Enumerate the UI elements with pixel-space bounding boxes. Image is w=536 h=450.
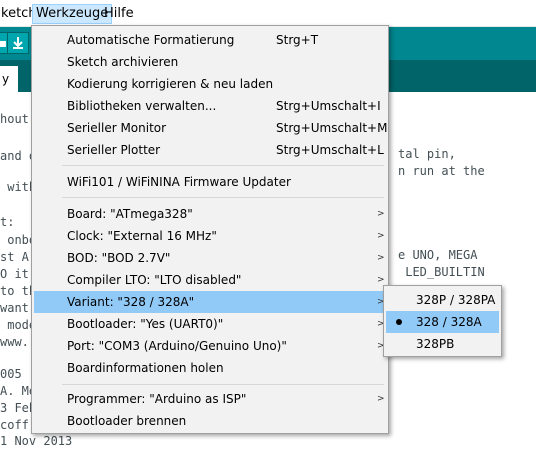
variant-option-328p[interactable]: 328P / 328PA	[386, 289, 499, 311]
menu-item-burn-bootloader[interactable]: Bootloader brennen	[34, 410, 386, 432]
code-line: st A	[0, 250, 29, 264]
menu-item-label: Bootloader brennen	[67, 414, 187, 428]
menu-item-bootloader[interactable]: Bootloader: "Yes (UART0)" >	[34, 313, 386, 335]
menu-item-shortcut: Strg+T	[276, 33, 319, 47]
menu-item-manage-libraries[interactable]: Bibliotheken verwalten... Strg+Umschalt+…	[34, 95, 386, 117]
menu-item-label: Serieller Monitor	[67, 121, 167, 135]
code-line: tal pin,	[398, 147, 456, 161]
menu-item-shortcut: Strg+Umschalt+L	[276, 143, 384, 157]
menu-item-serial-monitor[interactable]: Serieller Monitor Strg+Umschalt+M	[34, 117, 388, 139]
menu-help[interactable]: Hilfe	[101, 4, 137, 24]
code-line: O it	[0, 267, 29, 281]
submenu-arrow-icon: >	[377, 253, 385, 263]
save-icon	[13, 37, 23, 49]
menu-item-fix-encoding[interactable]: Kodierung korrigieren & neu laden	[34, 73, 386, 95]
menu-item-label: Variant: "328 / 328A"	[67, 295, 195, 309]
menu-item-label: Kodierung korrigieren & neu laden	[67, 77, 274, 91]
menu-item-label: Boardinformationen holen	[67, 361, 224, 375]
menu-bar: ketch Werkzeuge Hilfe	[0, 0, 536, 27]
menu-item-label: BOD: "BOD 2.7V"	[67, 251, 171, 265]
tab-sketch[interactable]: y	[0, 66, 18, 92]
variant-submenu: 328P / 328PA 328 / 328A 328PB	[383, 285, 502, 357]
variant-option-label: 328PB	[416, 337, 455, 351]
variant-option-328[interactable]: 328 / 328A	[386, 311, 499, 333]
menu-item-label: WiFi101 / WiFiNINA Firmware Updater	[67, 175, 291, 189]
menu-item-label: Bootloader: "Yes (UART0)"	[67, 317, 224, 331]
code-line: n run at the	[398, 164, 485, 178]
code-line: e UNO, MEGA	[398, 248, 478, 262]
code-line: www.	[0, 335, 29, 349]
menu-item-firmware-updater[interactable]: WiFi101 / WiFiNINA Firmware Updater	[34, 171, 386, 193]
menu-item-label: Sketch archivieren	[67, 55, 179, 69]
menu-item-board-info[interactable]: Boardinformationen holen	[34, 357, 386, 379]
menu-item-label: Port: "COM3 (Arduino/Genuino Uno)"	[67, 339, 287, 353]
save-button[interactable]	[7, 32, 29, 54]
menu-item-label: Bibliotheken verwalten...	[67, 99, 217, 113]
radio-selected-icon	[396, 319, 402, 325]
code-line: t:	[0, 215, 15, 229]
menu-item-compiler-lto[interactable]: Compiler LTO: "LTO disabled" >	[34, 269, 386, 291]
menu-separator	[62, 384, 384, 385]
submenu-arrow-icon: >	[377, 231, 385, 241]
code-line: want	[0, 301, 29, 315]
menu-item-variant[interactable]: Variant: "328 / 328A" >	[34, 291, 386, 313]
menu-item-programmer[interactable]: Programmer: "Arduino as ISP" >	[34, 388, 386, 410]
variant-option-label: 328 / 328A	[416, 315, 482, 329]
menu-separator	[62, 165, 384, 166]
new-sketch-icon: ▪	[0, 36, 8, 50]
code-line: 005	[0, 367, 22, 381]
submenu-arrow-icon: >	[377, 209, 385, 219]
menu-item-label: Serieller Plotter	[67, 143, 161, 157]
menu-item-bod[interactable]: BOD: "BOD 2.7V" >	[34, 247, 386, 269]
menu-item-port[interactable]: Port: "COM3 (Arduino/Genuino Uno)" >	[34, 335, 386, 357]
tools-menu: Automatische Formatierung Strg+T Sketch …	[31, 25, 389, 434]
menu-item-label: Automatische Formatierung	[67, 33, 235, 47]
variant-option-328pb[interactable]: 328PB	[386, 333, 499, 355]
code-line: LED_BUILTIN	[398, 265, 485, 279]
menu-separator	[62, 197, 384, 198]
code-line: 1 Nov 2013	[0, 434, 73, 448]
menu-item-label: Compiler LTO: "LTO disabled"	[67, 273, 242, 287]
code-line: hout	[0, 112, 29, 126]
menu-item-serial-plotter[interactable]: Serieller Plotter Strg+Umschalt+L	[34, 139, 386, 161]
menu-item-shortcut: Strg+Umschalt+I	[276, 99, 381, 113]
menu-item-label: Programmer: "Arduino as ISP"	[67, 392, 247, 406]
menu-item-shortcut: Strg+Umschalt+M	[276, 121, 388, 135]
variant-option-label: 328P / 328PA	[416, 293, 496, 307]
menu-item-clock[interactable]: Clock: "External 16 MHz" >	[34, 225, 386, 247]
menu-item-label: Board: "ATmega328"	[67, 207, 193, 221]
menu-item-board[interactable]: Board: "ATmega328" >	[34, 203, 386, 225]
menu-item-label: Clock: "External 16 MHz"	[67, 229, 217, 243]
menu-item-auto-format[interactable]: Automatische Formatierung Strg+T	[34, 29, 386, 51]
menu-item-archive-sketch[interactable]: Sketch archivieren	[34, 51, 386, 73]
submenu-arrow-icon: >	[377, 394, 385, 404]
